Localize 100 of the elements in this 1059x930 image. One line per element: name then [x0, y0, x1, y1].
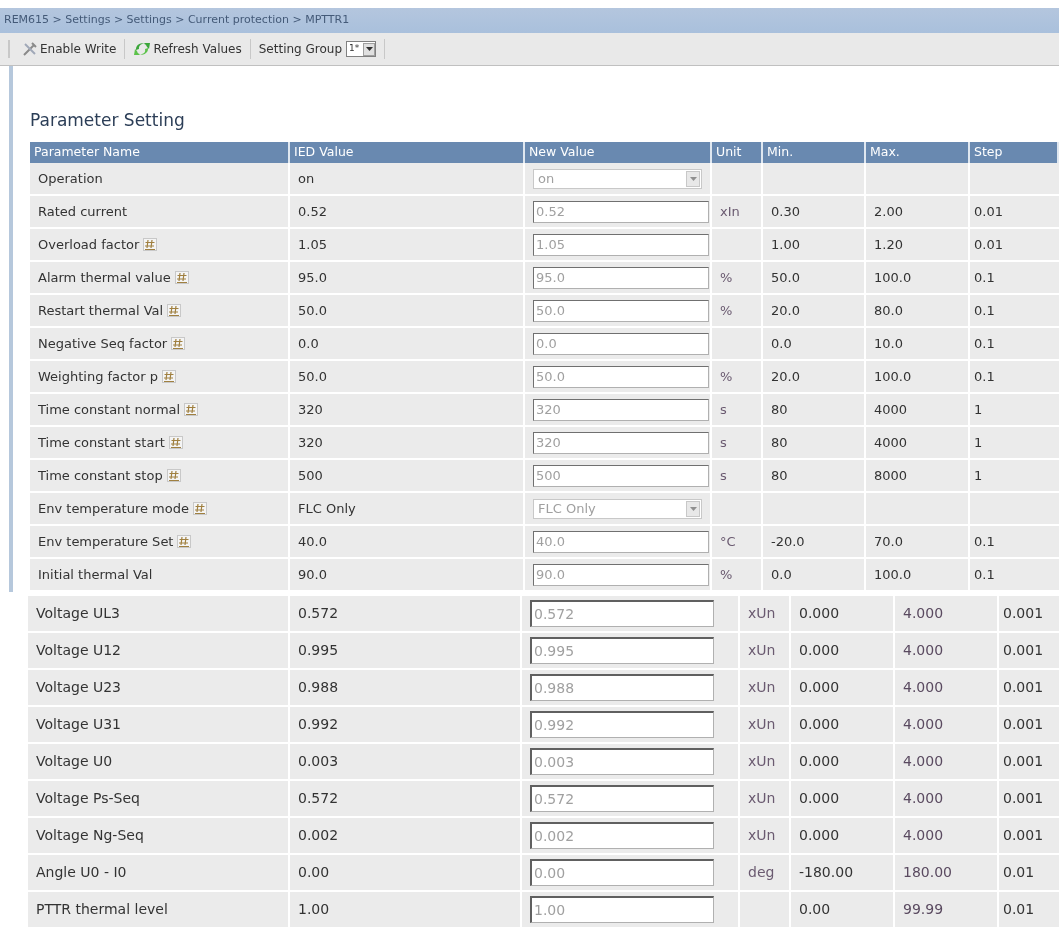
min-value: 80	[771, 433, 788, 452]
parameter-name: Env temperature mode	[38, 499, 189, 518]
hash-icon[interactable]	[177, 535, 192, 548]
ied-value: 95.0	[298, 268, 327, 287]
value-field[interactable]: 0.572	[530, 785, 714, 812]
value-field[interactable]: 500	[533, 464, 709, 487]
ied-value: 320	[298, 433, 323, 452]
max-value: 4.000	[903, 789, 944, 808]
unit: xUn	[748, 826, 776, 845]
toolbar-button[interactable]: Refresh Values	[129, 40, 246, 58]
value-dropdown[interactable]: FLC Only	[533, 498, 702, 519]
parameter-name: Time constant start	[38, 433, 165, 452]
tools-icon	[22, 41, 38, 57]
max-value: 100.0	[874, 367, 912, 386]
hash-icon[interactable]	[193, 502, 207, 515]
step-value: 1	[974, 400, 983, 419]
value-field[interactable]: 0.00	[530, 859, 714, 886]
min-value: 20.0	[771, 367, 800, 386]
max-value: 4000	[874, 400, 908, 419]
parameter-name: Angle U0 - I0	[36, 863, 127, 882]
value-field[interactable]: 90.0	[533, 563, 709, 586]
value-field[interactable]: 0.572	[530, 600, 714, 627]
value-field[interactable]: 320	[533, 431, 709, 454]
hash-icon[interactable]	[184, 403, 199, 416]
parameter-name: Env temperature Set	[38, 532, 174, 551]
ied-value: 0.988	[298, 678, 339, 697]
parameter-name: Alarm thermal value	[38, 268, 171, 287]
value-field[interactable]: 50.0	[533, 299, 709, 322]
max-value: 1.20	[874, 235, 903, 254]
ied-value: 320	[298, 400, 323, 419]
min-value: 0.000	[799, 789, 840, 808]
ied-value: 0.00	[298, 863, 330, 882]
ied-value: 0.572	[298, 789, 339, 808]
value-field[interactable]: 0.003	[530, 748, 714, 775]
parameter-name: Voltage U31	[36, 715, 122, 734]
hash-icon[interactable]	[167, 304, 182, 317]
min-value: 80	[771, 400, 788, 419]
step-value: 0.1	[974, 565, 995, 584]
setting-group-label: Setting Group	[258, 41, 343, 58]
value-field[interactable]: 0.992	[530, 711, 714, 738]
unit: s	[720, 433, 727, 452]
min-value: 50.0	[771, 268, 800, 287]
parameter-name: Voltage UL3	[36, 604, 120, 623]
step-value: 0.1	[974, 532, 995, 551]
parameter-name: Voltage U23	[36, 678, 122, 697]
value-field[interactable]: 0.988	[530, 674, 714, 701]
step-value: 0.001	[1003, 789, 1044, 808]
value-field[interactable]: 50.0	[533, 365, 709, 388]
hash-icon[interactable]	[143, 238, 158, 251]
step-value: 0.1	[974, 334, 995, 353]
unit: %	[720, 301, 733, 320]
step-value: 1	[974, 466, 983, 485]
max-value: 4.000	[903, 641, 944, 660]
step-value: 0.001	[1003, 641, 1044, 660]
parameter-name: Voltage Ps-Seq	[36, 789, 140, 808]
step-value: 0.01	[974, 202, 1003, 221]
unit: xUn	[748, 752, 776, 771]
value-dropdown[interactable]: on	[533, 168, 702, 189]
value-field[interactable]: 0.995	[530, 637, 714, 664]
value-field[interactable]: 0.0	[533, 332, 709, 355]
toolbar-button[interactable]: Enable Write	[18, 40, 121, 58]
value-field[interactable]: 320	[533, 398, 709, 421]
hash-icon[interactable]	[171, 337, 186, 350]
value-field[interactable]: 40.0	[533, 530, 709, 553]
setting-group-dropdown[interactable]: 1*	[346, 41, 377, 57]
unit: %	[720, 268, 733, 287]
ied-value: 0.0	[298, 334, 319, 353]
step-value: 0.001	[1003, 826, 1044, 845]
hash-icon[interactable]	[162, 370, 176, 383]
ied-value: 0.995	[298, 641, 339, 660]
step-value: 0.001	[1003, 604, 1044, 623]
hash-icon[interactable]	[168, 436, 183, 449]
parameter-name: Overload factor	[38, 235, 140, 254]
hash-icon[interactable]	[174, 271, 189, 284]
value-field[interactable]: 0.002	[530, 822, 714, 849]
breadcrumb: REM615 > Settings > Settings > Current protection > MPTTR1	[4, 12, 350, 29]
max-value: 4.000	[903, 604, 944, 623]
ied-value: 0.002	[298, 826, 339, 845]
hash-icon[interactable]	[166, 469, 181, 482]
value-field[interactable]: 1.00	[530, 896, 714, 923]
value-field[interactable]: 0.52	[533, 200, 709, 223]
parameter-name: Voltage Ng-Seq	[36, 826, 144, 845]
ied-value: 0.992	[298, 715, 339, 734]
max-value: 8000	[874, 466, 908, 485]
ied-value: 500	[298, 466, 323, 485]
ied-value: 40.0	[298, 532, 327, 551]
refresh-icon	[133, 41, 152, 57]
value-field[interactable]: 95.0	[533, 266, 709, 289]
max-value: 4.000	[903, 678, 944, 697]
unit: xIn	[720, 202, 740, 221]
min-value: 0.000	[799, 752, 840, 771]
max-value: 80.0	[874, 301, 903, 320]
step-value: 0.1	[974, 268, 995, 287]
step-value: 0.01	[1003, 900, 1035, 919]
min-value: 0.00	[799, 900, 831, 919]
unit: xUn	[748, 715, 776, 734]
unit: %	[720, 367, 733, 386]
ied-value: 0.572	[298, 604, 339, 623]
max-value: 100.0	[874, 565, 912, 584]
value-field[interactable]: 1.05	[533, 233, 709, 256]
